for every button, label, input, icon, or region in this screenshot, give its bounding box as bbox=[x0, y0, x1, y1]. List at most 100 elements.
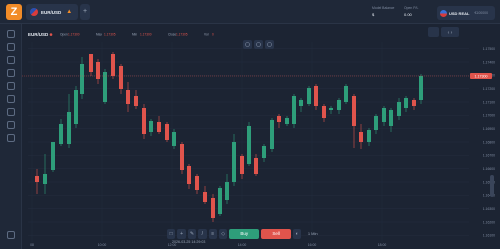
ohlc-readout: Open 1.17300 Max 1.17305 Min 1.17300 Close 1.17… bbox=[60, 33, 214, 37]
candle bbox=[103, 72, 107, 102]
time-tick: 14:00 bbox=[238, 243, 247, 247]
ohlc-value: 1.17300 bbox=[68, 33, 80, 37]
leaderboard-icon[interactable] bbox=[7, 82, 15, 90]
candle bbox=[254, 158, 258, 174]
pen-icon[interactable]: ✎ bbox=[187, 229, 197, 239]
candle bbox=[389, 110, 393, 126]
reset-zoom-icon[interactable] bbox=[254, 40, 263, 49]
candle bbox=[412, 100, 416, 106]
chart-icon[interactable] bbox=[7, 56, 15, 64]
candle bbox=[329, 108, 333, 110]
candle bbox=[262, 146, 266, 158]
server-time: 2026-03-25 14:29:03 bbox=[172, 240, 206, 244]
price-scrollbar[interactable] bbox=[490, 175, 494, 197]
app-logo[interactable]: Z bbox=[6, 4, 22, 20]
account-value: €100000 bbox=[474, 11, 489, 15]
candlestick-chart[interactable]: 1.17500 1.17400 1.17300 1.17200 1.17100 1.170… bbox=[22, 24, 500, 249]
sell-button[interactable]: Sell bbox=[261, 229, 291, 239]
price-tick: 1.16700 bbox=[483, 154, 495, 158]
candle bbox=[419, 76, 423, 100]
candle bbox=[96, 62, 100, 79]
candle bbox=[180, 144, 184, 170]
chevron-icon: ‹ › bbox=[448, 30, 453, 36]
candle bbox=[374, 116, 378, 130]
price-tick: 1.16900 bbox=[483, 127, 495, 131]
ohlc-value: 1.17300 bbox=[140, 33, 152, 37]
open-pnl-value: 0.00 bbox=[404, 12, 412, 17]
live-indicator-icon bbox=[49, 33, 53, 36]
candle bbox=[277, 116, 281, 122]
trade-icon[interactable] bbox=[7, 30, 15, 38]
bottom-toolbar: □ + ✎ / ≡ ◇ Buy Sell ◐ 1 Min bbox=[167, 228, 322, 240]
price-tick: 1.16600 bbox=[483, 167, 495, 171]
candle bbox=[299, 100, 303, 106]
candle bbox=[307, 88, 311, 104]
zoom-out-icon[interactable] bbox=[243, 40, 252, 49]
candle bbox=[134, 96, 138, 106]
price-tick: 1.17500 bbox=[483, 47, 495, 51]
candle bbox=[404, 98, 408, 108]
ohlc-label: Vol bbox=[204, 33, 209, 37]
line-tool-icon[interactable]: / bbox=[198, 229, 207, 239]
chart-symbol: EUR/USD bbox=[28, 32, 49, 37]
price-tick: 1.17000 bbox=[483, 114, 495, 118]
buy-button[interactable]: Buy bbox=[229, 229, 260, 239]
candle bbox=[165, 124, 169, 140]
price-tick: 1.16200 bbox=[483, 220, 495, 224]
add-asset-button[interactable]: + bbox=[80, 4, 90, 20]
candle bbox=[89, 54, 93, 72]
candle bbox=[187, 166, 191, 184]
layout-icon[interactable] bbox=[428, 27, 439, 37]
candle bbox=[359, 132, 363, 142]
account-selector[interactable]: USD REAL €100000 bbox=[437, 6, 495, 20]
crosshair-icon[interactable]: + bbox=[177, 229, 186, 239]
time-tick: 10:00 bbox=[98, 243, 107, 247]
ruler-icon[interactable]: ≡ bbox=[208, 229, 217, 239]
candle bbox=[119, 66, 123, 89]
candle bbox=[142, 108, 146, 134]
time-tick: 16:00 bbox=[308, 243, 317, 247]
shape-icon[interactable]: ◇ bbox=[218, 229, 228, 239]
wallet-icon[interactable] bbox=[7, 121, 15, 129]
open-pnl: Open P/L 0.00 bbox=[404, 6, 418, 17]
ohlc-label: Open bbox=[60, 33, 68, 37]
model-balance: Model Balance $ bbox=[372, 6, 394, 17]
time-tick: 08 bbox=[30, 243, 34, 247]
candle bbox=[240, 156, 244, 174]
ohlc-value: 1.17305 bbox=[104, 33, 116, 37]
candle bbox=[218, 188, 222, 214]
candle bbox=[51, 142, 55, 170]
price-tick: 1.17200 bbox=[483, 87, 495, 91]
candle bbox=[292, 96, 296, 124]
help-icon[interactable] bbox=[7, 231, 15, 239]
toggle-icon[interactable]: ◐ bbox=[293, 229, 302, 239]
news-icon[interactable] bbox=[7, 134, 15, 142]
timeframe-selector[interactable]: 1 Min bbox=[303, 229, 322, 239]
candle bbox=[352, 96, 356, 126]
price-chart[interactable]: 1.17500 1.17400 1.17300 1.17200 1.17100 1.170… bbox=[22, 24, 500, 249]
chat-icon[interactable] bbox=[7, 95, 15, 103]
candle bbox=[43, 174, 47, 184]
calendar-icon[interactable]: □ bbox=[167, 229, 176, 239]
price-tick: 1.17100 bbox=[483, 100, 495, 104]
open-pnl-label: Open P/L bbox=[404, 6, 419, 10]
settings-icon[interactable] bbox=[7, 108, 15, 116]
price-tick: 1.17400 bbox=[483, 60, 495, 64]
time-axis: 08 10:00 12:00 14:00 16:00 18:00 bbox=[30, 243, 386, 247]
zoom-in-icon[interactable] bbox=[265, 40, 274, 49]
candle bbox=[203, 192, 207, 202]
candle bbox=[59, 124, 63, 144]
candle bbox=[337, 100, 341, 110]
clock-icon[interactable] bbox=[7, 69, 15, 77]
candle bbox=[149, 121, 153, 132]
model-balance-value: $ bbox=[372, 12, 375, 17]
candle bbox=[211, 198, 215, 218]
price-tick: 1.16300 bbox=[483, 207, 495, 211]
candle bbox=[322, 106, 326, 118]
last-price-value: 1.17300 bbox=[475, 74, 488, 78]
ohlc-label: Max bbox=[96, 33, 102, 37]
history-icon[interactable] bbox=[7, 43, 15, 51]
asset-selector[interactable]: EUR/USD ▲ bbox=[26, 4, 78, 20]
candle bbox=[35, 176, 39, 182]
account-name: USD REAL bbox=[449, 10, 470, 16]
